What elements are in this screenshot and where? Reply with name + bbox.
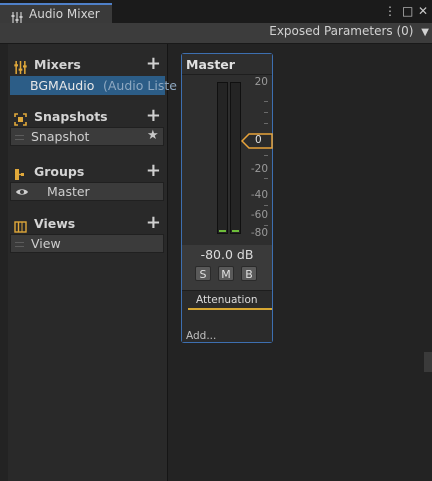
add-mixer-button[interactable]: + [146,53,161,74]
scrollbar-edge [424,352,432,372]
star-icon[interactable]: ★ [147,128,159,143]
close-icon[interactable]: ✕ [418,4,428,18]
audio-mixer-tab[interactable]: Audio Mixer [0,3,112,24]
views-title: Views [34,216,76,231]
view-item[interactable]: View [10,234,164,253]
master-channel-strip[interactable]: Master 20 0 -20 -40 -60 -80 -80.0 dB S M… [181,53,273,343]
exposed-parameters-dropdown[interactable]: Exposed Parameters (0) ▼ [269,24,429,42]
tick-mark [264,225,268,226]
solo-button[interactable]: S [195,266,211,281]
mixer-name: BGMAudio [30,78,95,93]
effects-section: Attenuation Add... [182,290,272,342]
tick-label: 20 [254,76,268,88]
mixer-item-bgmaudio[interactable]: BGMAudio (Audio Liste [10,76,177,95]
snapshots-title: Snapshots [34,109,108,124]
tab-title: Audio Mixer [29,7,100,21]
db-readout: -80.0 dB [200,247,254,262]
tick-mark [264,155,268,156]
sidebar: Mixers + BGMAudio (Audio Liste Snapshots… [8,44,177,481]
level-meter-left [217,82,228,234]
tick-label: -80 [250,227,268,239]
level-meter-area: 20 0 -20 -40 -60 -80 [182,75,273,245]
strip-header: Master [182,54,272,75]
tick-label: -20 [250,163,268,175]
group-name: Master [47,184,90,199]
groups-title: Groups [34,164,85,179]
snapshot-item[interactable]: Snapshot ★ [10,127,164,146]
drag-handle-icon[interactable] [15,135,24,140]
snapshots-header: Snapshots + [8,105,167,128]
add-group-button[interactable]: + [146,160,161,181]
snapshot-icon [14,111,28,126]
strip-title: Master [186,57,235,72]
add-effect-button[interactable]: Add... [186,330,216,342]
add-snapshot-button[interactable]: + [146,105,161,126]
more-options-icon[interactable]: ⋮ [384,4,396,18]
mute-button[interactable]: M [218,266,234,281]
attenuation-effect[interactable]: Attenuation [188,294,272,310]
group-item-master[interactable]: Master [10,182,164,201]
groups-header: Groups + [8,160,167,183]
exposed-parameters-label: Exposed Parameters (0) [269,24,414,38]
toolbar: Exposed Parameters (0) ▼ [0,23,432,44]
bypass-button[interactable]: B [241,266,257,281]
mixers-header: Mixers + [8,53,167,76]
tick-mark [264,178,268,179]
tick-mark [264,205,268,206]
eye-icon[interactable] [15,185,29,200]
maximize-icon[interactable]: □ [402,4,413,18]
window-controls: ⋮ □ ✕ [372,3,432,23]
level-meter-right [230,82,241,234]
attenuation-label: Attenuation [196,294,258,306]
tick-mark [264,112,268,113]
views-header: Views + [8,212,167,235]
snapshot-name: Snapshot [31,129,90,144]
dropdown-arrow-icon: ▼ [421,27,429,38]
views-icon [14,218,28,233]
tick-mark [264,101,268,102]
drag-handle-icon[interactable] [15,242,24,247]
tick-mark [264,123,268,124]
tick-label: -60 [250,209,268,221]
volume-fader-handle[interactable]: 0 [241,133,273,149]
mixers-title: Mixers [34,57,81,72]
mixer-sliders-icon [14,59,28,74]
view-name: View [31,236,61,251]
groups-icon [14,166,28,180]
fader-value: 0 [255,134,262,146]
mixer-output: (Audio Liste [103,78,177,93]
tick-label: -40 [250,189,268,201]
add-view-button[interactable]: + [146,212,161,233]
